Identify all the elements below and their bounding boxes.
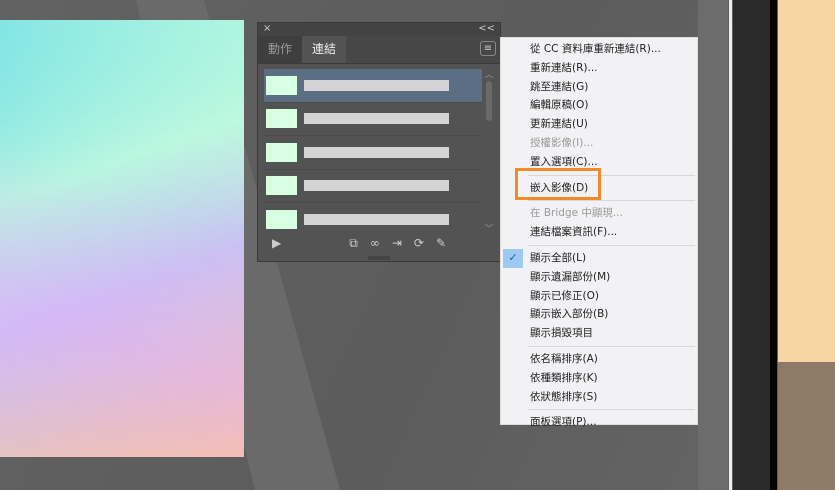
menu-item[interactable]: 編輯原稿(O) [501, 96, 697, 115]
menu-item[interactable]: 重新連結(R)... [501, 59, 697, 78]
menu-item-label: 依名稱排序(A) [530, 352, 598, 365]
menu-item[interactable]: 面板選項(P)... [501, 413, 697, 432]
scroll-thumb[interactable] [486, 81, 492, 121]
menu-item[interactable]: 依名稱排序(A) [501, 350, 697, 369]
links-list [264, 69, 482, 234]
menu-separator [528, 409, 695, 411]
menu-item-label: 置入選項(C)... [530, 155, 598, 168]
panel-toolbar: ▶ ⧉ ∞ ⇥ ⟳ ✎ [258, 233, 500, 253]
menu-item[interactable]: 依種類排序(K) [501, 369, 697, 388]
link-name-placeholder [304, 146, 449, 158]
menu-item-label: 顯示損毀項目 [530, 327, 593, 340]
menu-item-label: 依種類排序(K) [530, 371, 598, 384]
menu-item-label: 連結檔案資訊(F)... [530, 226, 618, 239]
menu-item-label: 依狀態排序(S) [530, 390, 598, 403]
play-icon[interactable]: ▶ [272, 236, 281, 250]
relink-cc-icon[interactable]: ⧉ [349, 236, 358, 251]
menu-item-label: 從 CC 資料庫重新連結(R)... [530, 43, 661, 55]
links-panel: × << 動作 連結 ≡ ︿ ﹀ ▶ ⧉ ∞ ⇥ ⟳ ✎ [257, 22, 501, 262]
panel-menu-icon[interactable]: ≡ [480, 41, 496, 56]
menu-item: 在 Bridge 中顯現... [501, 204, 697, 223]
menu-item[interactable]: 顯示遺漏部份(M) [501, 268, 697, 287]
menu-item-label: 面板選項(P)... [530, 416, 597, 429]
edit-icon[interactable]: ✎ [436, 236, 446, 250]
link-row[interactable] [264, 103, 482, 136]
side-strip [733, 0, 770, 490]
embed-icon[interactable]: ⇥ [392, 236, 402, 250]
second-artboard [778, 0, 835, 362]
menu-item[interactable]: 連結檔案資訊(F)... [501, 223, 697, 242]
menu-item-label: 授權影像(I)... [530, 136, 594, 149]
divider-dark [770, 0, 777, 490]
menu-separator [528, 244, 695, 246]
menu-item[interactable]: 更新連結(U) [501, 115, 697, 134]
collapse-icon[interactable]: << [478, 23, 495, 36]
panel-tabs: 動作 連結 ≡ [258, 36, 500, 64]
menu-item-label: 顯示已修正(O) [530, 289, 599, 302]
link-name-placeholder [304, 213, 449, 225]
link-thumbnail [266, 209, 297, 229]
panel-titlebar: × << [258, 23, 500, 36]
link-thumbnail [266, 109, 297, 129]
close-icon[interactable]: × [263, 23, 271, 36]
menu-item[interactable]: 顯示損毀項目 [501, 324, 697, 343]
link-row[interactable] [264, 203, 482, 234]
menu-item[interactable]: 跳至連結(G) [501, 78, 697, 97]
menu-item-label: 顯示遺漏部份(M) [530, 270, 611, 283]
menu-separator [528, 200, 695, 202]
menu-item-label: 顯示全部(L) [530, 251, 587, 264]
menu-item: 授權影像(I)... [501, 134, 697, 153]
link-row[interactable] [264, 136, 482, 170]
update-icon[interactable]: ⟳ [414, 236, 424, 250]
checkmark-icon: ✓ [503, 248, 523, 268]
artboard[interactable] [0, 20, 244, 457]
canvas-edge [698, 0, 728, 490]
link-name-placeholder [304, 79, 449, 91]
menu-item[interactable]: 置入選項(C)... [501, 153, 697, 172]
resize-grip[interactable] [368, 256, 390, 260]
menu-item[interactable]: 顯示已修正(O) [501, 287, 697, 306]
second-artboard-bottom [778, 362, 835, 490]
menu-item[interactable]: 從 CC 資料庫重新連結(R)... [501, 40, 697, 59]
scroll-up-icon[interactable]: ︿ [484, 69, 494, 80]
menu-item[interactable]: 依狀態排序(S) [501, 388, 697, 407]
menu-item-label: 在 Bridge 中顯現... [530, 207, 623, 220]
divider [729, 0, 732, 490]
tab-actions[interactable]: 動作 [258, 36, 303, 63]
link-row[interactable] [264, 170, 482, 203]
scrollbar[interactable]: ︿ ﹀ [484, 69, 494, 234]
menu-separator [528, 345, 695, 347]
link-name-placeholder [304, 113, 449, 125]
menu-item-label: 編輯原稿(O) [530, 99, 589, 112]
context-menu: 從 CC 資料庫重新連結(R)... 重新連結(R)... 跳至連結(G) 編輯原稿(… [500, 37, 698, 428]
menu-item[interactable]: 顯示嵌入部份(B) [501, 305, 697, 324]
tab-links[interactable]: 連結 [302, 36, 347, 63]
link-thumbnail [266, 75, 297, 95]
menu-item-label: 顯示嵌入部份(B) [530, 308, 609, 321]
menu-item-label: 更新連結(U) [530, 118, 588, 131]
menu-item-label: 跳至連結(G) [530, 80, 589, 93]
link-icon[interactable]: ∞ [370, 236, 380, 250]
link-thumbnail [266, 176, 297, 196]
menu-item[interactable]: ✓ 顯示全部(L) [501, 248, 697, 268]
link-row[interactable] [264, 69, 482, 103]
highlight-box [515, 168, 601, 200]
menu-item-label: 重新連結(R)... [530, 61, 598, 74]
link-name-placeholder [304, 180, 449, 192]
link-thumbnail [266, 142, 297, 162]
